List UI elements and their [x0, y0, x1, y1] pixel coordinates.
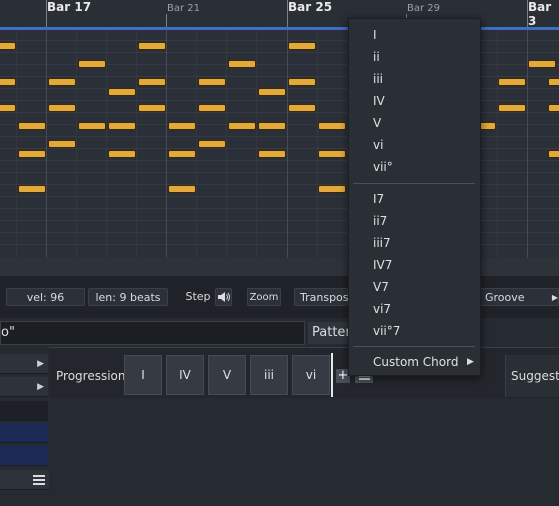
midi-note[interactable] — [288, 78, 316, 86]
midi-note[interactable] — [48, 140, 76, 148]
progression-label: Progression: — [56, 369, 130, 383]
midi-note[interactable] — [318, 150, 346, 158]
midi-note[interactable] — [18, 150, 46, 158]
menu-item-chord[interactable]: vii° — [373, 160, 393, 174]
track-row-selected[interactable] — [0, 446, 48, 466]
menu-separator — [353, 346, 475, 347]
menu-item-chord[interactable]: IV7 — [373, 258, 392, 272]
zoom-button[interactable]: Zoom — [247, 288, 281, 306]
midi-note[interactable] — [288, 104, 316, 112]
speaker-icon[interactable] — [215, 288, 232, 306]
hamburger-icon[interactable] — [0, 470, 49, 490]
triangle-right-icon: ▶ — [37, 382, 44, 392]
empty-panel — [49, 398, 559, 506]
bar-33-label: Bar 3 — [528, 0, 552, 28]
menu-separator — [353, 183, 475, 184]
midi-note[interactable] — [258, 122, 286, 130]
ruler-tick — [287, 0, 288, 27]
midi-note[interactable] — [168, 185, 196, 193]
track-row[interactable]: ▶ — [0, 377, 48, 397]
midi-note[interactable] — [0, 42, 16, 50]
chord-button[interactable]: vi — [292, 355, 330, 395]
midi-note[interactable] — [528, 60, 556, 68]
insert-cursor — [331, 353, 333, 397]
chord-menu: I ii iii IV V vi vii° I7 ii7 iii7 IV7 V7… — [348, 18, 481, 376]
chord-button[interactable]: V — [208, 355, 246, 395]
menu-item-chord[interactable]: I — [373, 28, 377, 42]
midi-note[interactable] — [318, 122, 346, 130]
midi-note[interactable] — [138, 42, 166, 50]
midi-note[interactable] — [78, 122, 106, 130]
midi-note[interactable] — [258, 150, 286, 158]
menu-item-custom-chord[interactable]: Custom Chord — [373, 355, 458, 369]
midi-note[interactable] — [258, 88, 286, 96]
midi-note[interactable] — [498, 104, 526, 112]
midi-note[interactable] — [48, 78, 76, 86]
midi-note[interactable] — [318, 185, 346, 193]
velocity-field[interactable]: vel: 96 — [6, 288, 85, 306]
midi-note[interactable] — [18, 122, 46, 130]
ruler-tick — [166, 14, 167, 27]
menu-item-chord[interactable]: V — [373, 116, 381, 130]
midi-note[interactable] — [168, 150, 196, 158]
midi-note[interactable] — [228, 122, 256, 130]
menu-item-chord[interactable]: ii — [373, 50, 380, 64]
midi-note[interactable] — [48, 104, 76, 112]
chord-button[interactable]: IV — [166, 355, 204, 395]
bar-25-label: Bar 25 — [288, 0, 333, 14]
triangle-right-icon: ▶ — [551, 293, 558, 302]
suggestions-header[interactable]: Suggesti — [505, 355, 559, 397]
groove-label: Groove — [485, 291, 525, 304]
bar-29-label: Bar 29 — [407, 3, 441, 14]
bar-17-label: Bar 17 — [47, 0, 92, 14]
menu-item-chord[interactable]: V7 — [373, 280, 389, 294]
midi-note[interactable] — [168, 122, 196, 130]
midi-note[interactable] — [108, 150, 136, 158]
bar-21-label: Bar 21 — [167, 3, 201, 14]
menu-item-chord[interactable]: ii7 — [373, 214, 387, 228]
ruler-tick — [527, 0, 528, 27]
ruler-tick — [46, 0, 47, 27]
triangle-right-icon: ▶ — [37, 359, 44, 369]
midi-note[interactable] — [138, 104, 166, 112]
menu-item-chord[interactable]: iii — [373, 72, 383, 86]
chord-button[interactable]: I — [124, 355, 162, 395]
menu-item-chord[interactable]: I7 — [373, 192, 384, 206]
groove-button[interactable]: Groove ▶ — [479, 288, 559, 306]
menu-item-chord[interactable]: vii°7 — [373, 324, 400, 338]
midi-note[interactable] — [198, 104, 226, 112]
length-field[interactable]: len: 9 beats — [88, 288, 168, 306]
triangle-right-icon: ▶ — [467, 357, 474, 367]
midi-note[interactable] — [198, 140, 226, 148]
track-row[interactable]: ▶ — [0, 354, 48, 374]
midi-note[interactable] — [108, 122, 136, 130]
menu-item-chord[interactable]: iii7 — [373, 236, 391, 250]
midi-note[interactable] — [498, 78, 526, 86]
midi-note[interactable] — [0, 78, 16, 86]
step-button[interactable]: Step — [181, 288, 215, 306]
midi-note[interactable] — [138, 78, 166, 86]
midi-note[interactable] — [548, 150, 559, 158]
menu-item-chord[interactable]: IV — [373, 94, 385, 108]
midi-note[interactable] — [18, 185, 46, 193]
track-list: ▶ ▶ — [0, 347, 49, 506]
menu-item-chord[interactable]: vi — [373, 138, 383, 152]
midi-note[interactable] — [78, 60, 106, 68]
midi-note[interactable] — [228, 60, 256, 68]
midi-note[interactable] — [108, 88, 136, 96]
midi-note[interactable] — [288, 42, 316, 50]
midi-note[interactable] — [198, 78, 226, 86]
midi-note[interactable] — [548, 78, 559, 86]
transpose-button[interactable]: Transpos — [294, 288, 349, 306]
menu-item-chord[interactable]: vi7 — [373, 302, 391, 316]
track-row-selected[interactable] — [0, 423, 48, 443]
pattern-name-field[interactable]: o" — [0, 321, 305, 345]
midi-note[interactable] — [0, 104, 16, 112]
chord-button[interactable]: iii — [250, 355, 288, 395]
track-row[interactable] — [0, 401, 48, 421]
midi-note[interactable] — [548, 104, 559, 112]
